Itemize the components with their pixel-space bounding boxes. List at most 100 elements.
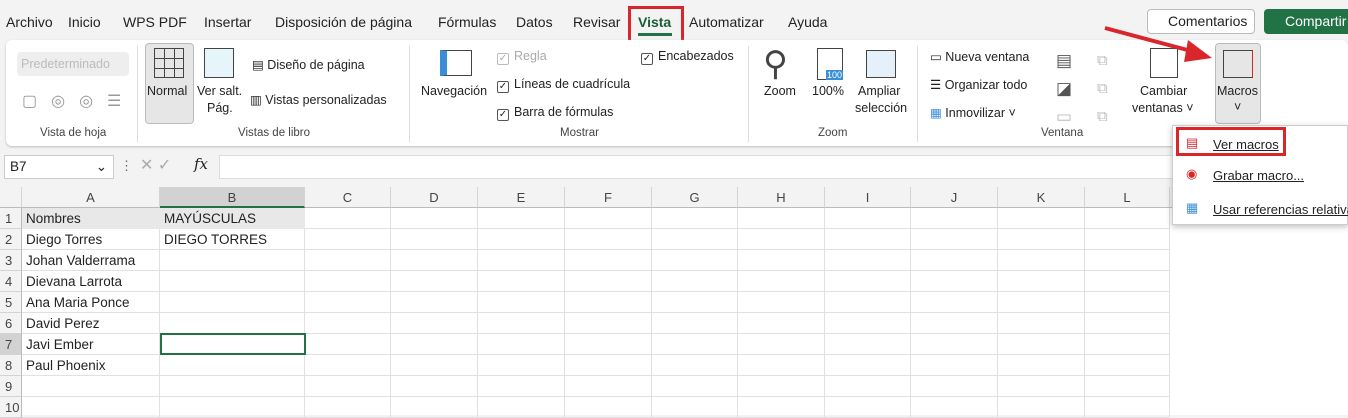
tab-insertar[interactable]: Insertar bbox=[204, 14, 251, 30]
cell[interactable] bbox=[1085, 334, 1170, 355]
cell[interactable] bbox=[478, 250, 565, 271]
cell[interactable] bbox=[305, 271, 391, 292]
page-break-label[interactable]: Ver salt. bbox=[197, 84, 242, 98]
cell[interactable] bbox=[565, 292, 652, 313]
column-header-L[interactable]: L bbox=[1085, 187, 1170, 208]
cell[interactable] bbox=[998, 376, 1085, 397]
cell[interactable] bbox=[825, 250, 911, 271]
cell[interactable] bbox=[1085, 229, 1170, 250]
column-header-F[interactable]: F bbox=[565, 187, 652, 208]
cell-A5[interactable]: Ana Maria Ponce bbox=[22, 292, 130, 313]
cell[interactable] bbox=[652, 229, 738, 250]
cell[interactable] bbox=[825, 271, 911, 292]
cell[interactable] bbox=[391, 355, 478, 376]
cell[interactable] bbox=[305, 355, 391, 376]
cell[interactable] bbox=[1085, 208, 1170, 229]
cell[interactable] bbox=[911, 229, 998, 250]
cell[interactable] bbox=[1085, 292, 1170, 313]
cell[interactable] bbox=[652, 250, 738, 271]
cell[interactable] bbox=[565, 313, 652, 334]
cell[interactable] bbox=[911, 313, 998, 334]
cell[interactable] bbox=[478, 271, 565, 292]
cell[interactable] bbox=[565, 355, 652, 376]
zoom-100-button[interactable]: 100% bbox=[812, 84, 844, 98]
cell-A3[interactable]: Johan Valderrama bbox=[22, 250, 135, 271]
new-window-button[interactable]: ▭ Nueva ventana bbox=[930, 49, 1029, 64]
cell[interactable] bbox=[160, 313, 305, 334]
cell-B1[interactable]: MAYÚSCULAS bbox=[160, 208, 256, 229]
row-header-6[interactable]: 6 bbox=[0, 313, 22, 334]
cell[interactable] bbox=[391, 271, 478, 292]
row-header-1[interactable]: 1 bbox=[0, 208, 22, 229]
name-box[interactable]: B7 ⌄ bbox=[4, 155, 114, 179]
row-header-5[interactable]: 5 bbox=[0, 292, 22, 313]
cell[interactable] bbox=[998, 250, 1085, 271]
cell[interactable] bbox=[1085, 250, 1170, 271]
cell[interactable] bbox=[305, 313, 391, 334]
cell[interactable] bbox=[911, 376, 998, 397]
cell[interactable] bbox=[738, 250, 825, 271]
cell[interactable] bbox=[565, 334, 652, 355]
cell[interactable] bbox=[652, 355, 738, 376]
navigation-button[interactable]: Navegación bbox=[421, 84, 487, 98]
cell[interactable] bbox=[998, 355, 1085, 376]
cell[interactable] bbox=[825, 313, 911, 334]
cell[interactable] bbox=[998, 313, 1085, 334]
cell-A6[interactable]: David Perez bbox=[22, 313, 100, 334]
cell-A1[interactable]: Nombres bbox=[22, 208, 81, 229]
tab-disposicion[interactable]: Disposición de página bbox=[275, 14, 412, 30]
page-layout-button[interactable]: ▤ Diseño de página bbox=[252, 57, 365, 72]
zoom-selection-button[interactable]: Ampliar bbox=[858, 84, 900, 98]
cell[interactable] bbox=[738, 376, 825, 397]
cell[interactable] bbox=[911, 334, 998, 355]
headings-checkbox[interactable]: ✓ Encabezados bbox=[641, 49, 734, 65]
cell[interactable] bbox=[305, 250, 391, 271]
cell[interactable] bbox=[565, 376, 652, 397]
cell[interactable] bbox=[160, 250, 305, 271]
zoom-button[interactable]: Zoom bbox=[764, 84, 796, 98]
cell[interactable] bbox=[911, 355, 998, 376]
selected-cell-B7[interactable] bbox=[160, 333, 306, 355]
tab-formulas[interactable]: Fórmulas bbox=[438, 14, 496, 30]
cell[interactable] bbox=[1085, 355, 1170, 376]
cell[interactable] bbox=[825, 292, 911, 313]
cell[interactable] bbox=[911, 292, 998, 313]
select-all[interactable] bbox=[0, 187, 22, 208]
tab-archivo[interactable]: Archivo bbox=[6, 14, 53, 30]
cell[interactable] bbox=[478, 355, 565, 376]
cell[interactable] bbox=[565, 208, 652, 229]
cell[interactable] bbox=[160, 292, 305, 313]
cell[interactable] bbox=[478, 229, 565, 250]
cell[interactable] bbox=[565, 229, 652, 250]
cell[interactable] bbox=[825, 208, 911, 229]
formula-bar-checkbox[interactable]: ✓ Barra de fórmulas bbox=[497, 105, 613, 121]
cell[interactable] bbox=[738, 313, 825, 334]
gridlines-checkbox[interactable]: ✓ Líneas de cuadrícula bbox=[497, 77, 630, 93]
row-header-2[interactable]: 2 bbox=[0, 229, 22, 250]
column-header-G[interactable]: G bbox=[652, 187, 738, 208]
column-header-D[interactable]: D bbox=[391, 187, 478, 208]
cell[interactable] bbox=[391, 250, 478, 271]
cell[interactable] bbox=[1085, 271, 1170, 292]
cell-A2[interactable]: Diego Torres bbox=[22, 229, 102, 250]
column-header-J[interactable]: J bbox=[911, 187, 998, 208]
cell[interactable] bbox=[998, 292, 1085, 313]
cell[interactable] bbox=[998, 229, 1085, 250]
cell[interactable] bbox=[1085, 313, 1170, 334]
column-header-K[interactable]: K bbox=[998, 187, 1085, 208]
cell-A7[interactable]: Javi Ember bbox=[22, 334, 94, 355]
cell[interactable] bbox=[738, 334, 825, 355]
cell[interactable] bbox=[305, 292, 391, 313]
cell[interactable] bbox=[391, 229, 478, 250]
cell[interactable] bbox=[391, 313, 478, 334]
row-header-3[interactable]: 3 bbox=[0, 250, 22, 271]
tab-datos[interactable]: Datos bbox=[516, 14, 553, 30]
cell[interactable] bbox=[825, 229, 911, 250]
cell[interactable] bbox=[738, 229, 825, 250]
arrange-all-button[interactable]: ☰ Organizar todo bbox=[930, 77, 1027, 92]
cell-A8[interactable]: Paul Phoenix bbox=[22, 355, 106, 376]
cell[interactable] bbox=[478, 208, 565, 229]
cell-A4[interactable]: Dievana Larrota bbox=[22, 271, 122, 292]
cell[interactable] bbox=[825, 334, 911, 355]
cell[interactable] bbox=[22, 376, 160, 397]
